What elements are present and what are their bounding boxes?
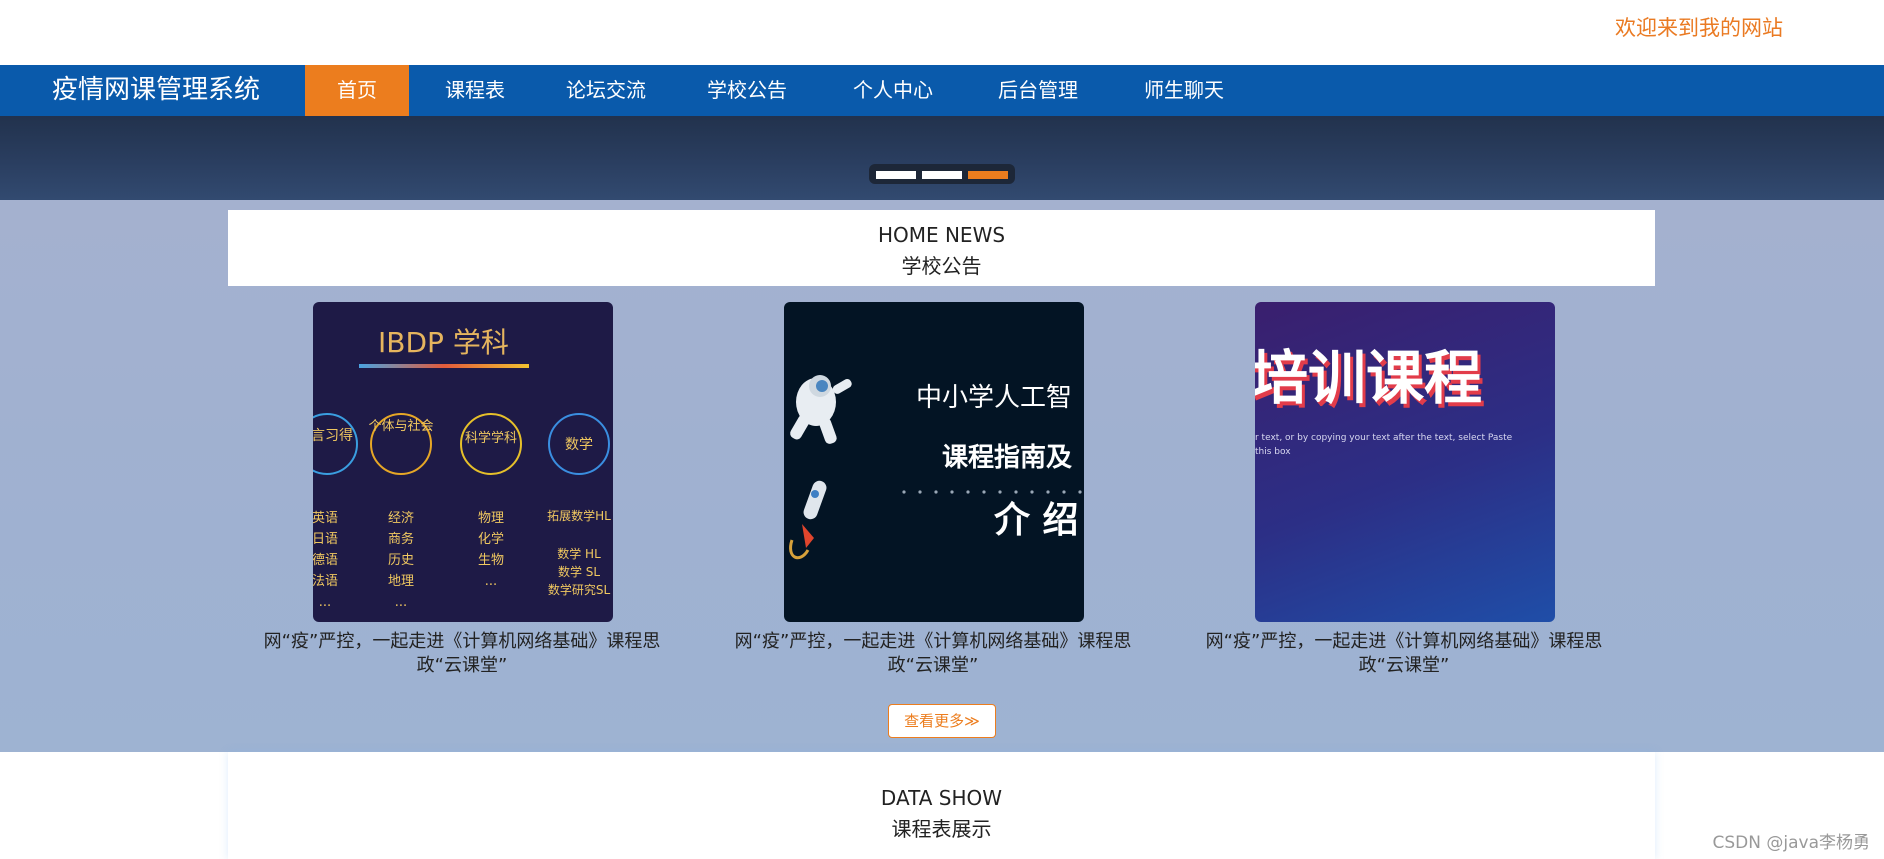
news-card-image[interactable]: 培训课程 培训课程 r text, or by copying your tex… xyxy=(1255,302,1555,622)
svg-text:...: ... xyxy=(319,595,331,610)
svg-text:数学研究SL: 数学研究SL xyxy=(548,582,611,597)
nav-item-forum[interactable]: 论坛交流 xyxy=(549,65,663,116)
training-course-image: 培训课程 培训课程 r text, or by copying your tex… xyxy=(1255,344,1513,457)
svg-text:商务: 商务 xyxy=(388,531,414,547)
carousel-dot-2[interactable] xyxy=(922,171,962,179)
svg-text:数学: 数学 xyxy=(565,437,593,453)
main-navbar: 疫情网课管理系统 首页 课程表 论坛交流 学校公告 个人中心 后台管理 师生聊天 xyxy=(0,65,1884,116)
svg-text:中小学人工智: 中小学人工智 xyxy=(916,383,1072,413)
svg-text:...: ... xyxy=(485,574,497,589)
nav-item-announcement[interactable]: 学校公告 xyxy=(690,65,804,116)
svg-text:数学 HL: 数学 HL xyxy=(557,546,601,561)
svg-text:r text, or by copying your tex: r text, or by copying your text after th… xyxy=(1255,433,1513,443)
nav-item-profile[interactable]: 个人中心 xyxy=(836,65,950,116)
site-brand[interactable]: 疫情网课管理系统 xyxy=(52,65,260,116)
svg-text:语言习得: 语言习得 xyxy=(313,427,353,444)
svg-text:法语: 法语 xyxy=(313,574,338,589)
svg-text:日语: 日语 xyxy=(313,532,338,547)
welcome-text: 欢迎来到我的网站 xyxy=(1615,16,1783,40)
svg-text:历史: 历史 xyxy=(388,553,414,568)
nav-item-chat[interactable]: 师生聊天 xyxy=(1127,65,1241,116)
data-show-title-en: DATA SHOW xyxy=(880,786,1003,810)
rocket-icon xyxy=(789,480,827,560)
nav-item-schedule[interactable]: 课程表 xyxy=(427,65,523,116)
news-title-zh: 学校公告 xyxy=(901,254,982,278)
news-card-image[interactable]: 中小学人工智 课程指南及 介 绍 xyxy=(784,302,1084,622)
svg-text:数学 SL: 数学 SL xyxy=(558,564,600,579)
ibdp-subjects-image: IBDP 学科 语言习得 个体与社会 科学学科 数学 英语 日语 德语 法语 .… xyxy=(313,326,611,610)
view-more-button[interactable]: 查看更多≫ xyxy=(888,704,996,738)
news-card-caption[interactable]: 网“疫”严控，一起走进《计算机网络基础》课程思政“云课堂” xyxy=(713,630,1153,678)
data-show-header: DATA SHOW 课程表展示 xyxy=(228,752,1655,859)
carousel-indicators xyxy=(869,164,1015,184)
news-title-en: HOME NEWS xyxy=(877,223,1006,247)
svg-text:拓展数学HL: 拓展数学HL xyxy=(547,508,611,523)
news-card-caption[interactable]: 网“疫”严控，一起走进《计算机网络基础》课程思政“云课堂” xyxy=(1184,630,1624,678)
news-header: HOME NEWS 学校公告 xyxy=(228,210,1655,286)
svg-text:科学学科: 科学学科 xyxy=(465,430,517,446)
svg-text:生物: 生物 xyxy=(478,553,504,568)
news-card-image[interactable]: IBDP 学科 语言习得 个体与社会 科学学科 数学 英语 日语 德语 法语 .… xyxy=(313,302,613,622)
svg-text:IBDP 学科: IBDP 学科 xyxy=(378,326,509,359)
svg-text:...: ... xyxy=(395,595,407,610)
astronaut-icon xyxy=(790,375,852,444)
carousel-dot-1[interactable] xyxy=(876,171,916,179)
svg-text:地理: 地理 xyxy=(388,574,414,589)
svg-text:化学: 化学 xyxy=(478,531,504,547)
svg-text:培训课程: 培训课程 xyxy=(1255,344,1482,412)
top-header: 欢迎来到我的网站 xyxy=(0,0,1884,65)
ai-course-image: 中小学人工智 课程指南及 介 绍 xyxy=(789,375,1082,560)
svg-text:this box: this box xyxy=(1255,447,1291,457)
svg-text:英语: 英语 xyxy=(313,511,338,526)
svg-text:介 绍: 介 绍 xyxy=(994,500,1079,541)
svg-text:经济: 经济 xyxy=(388,511,414,526)
news-card-caption[interactable]: 网“疫”严控，一起走进《计算机网络基础》课程思政“云课堂” xyxy=(242,630,682,678)
hero-banner[interactable] xyxy=(0,116,1884,200)
nav-item-admin[interactable]: 后台管理 xyxy=(981,65,1095,116)
svg-text:课程指南及: 课程指南及 xyxy=(942,443,1072,473)
csdn-watermark: CSDN @java李杨勇 xyxy=(1712,833,1871,853)
carousel-dot-3[interactable] xyxy=(968,171,1008,179)
svg-text:物理: 物理 xyxy=(478,511,504,526)
data-show-title-zh: 课程表展示 xyxy=(891,817,992,841)
svg-text:个体与社会: 个体与社会 xyxy=(368,418,433,434)
svg-text:德语: 德语 xyxy=(313,553,338,568)
nav-item-home[interactable]: 首页 xyxy=(305,65,409,116)
